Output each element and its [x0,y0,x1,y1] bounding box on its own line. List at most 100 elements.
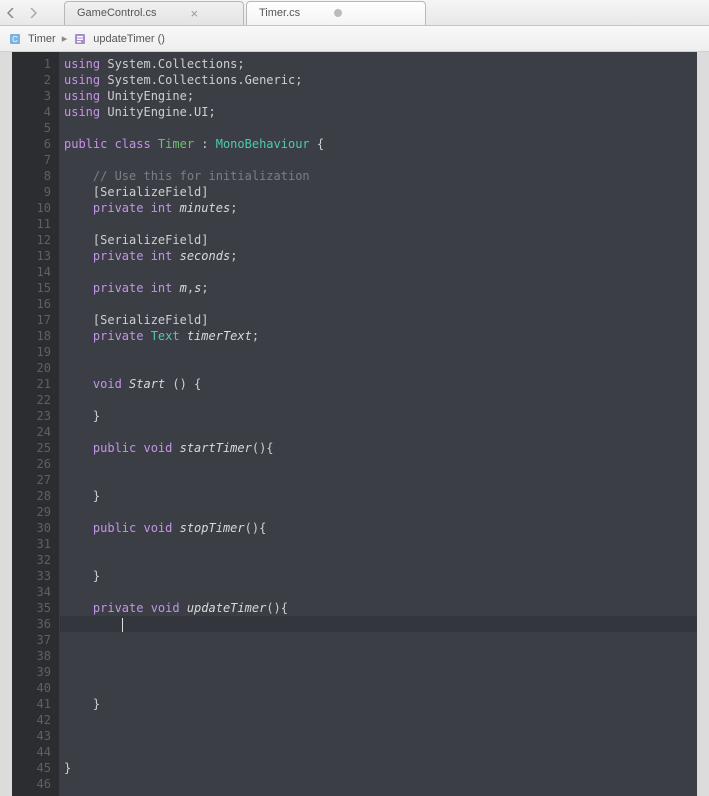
script-icon: C [8,32,22,46]
line-number: 34 [12,584,59,600]
line-number: 21 [12,376,59,392]
line-number: 31 [12,536,59,552]
tab-gamecontrol[interactable]: GameControl.cs × [64,1,244,25]
code-line[interactable] [60,680,697,696]
code-line[interactable] [60,616,697,632]
code-line[interactable] [60,728,697,744]
tab-bar: GameControl.cs × Timer.cs [0,0,709,26]
line-number: 9 [12,184,59,200]
code-line[interactable] [60,552,697,568]
code-line[interactable]: [SerializeField] [60,232,697,248]
nav-forward-button[interactable] [22,0,44,26]
code-line[interactable]: [SerializeField] [60,184,697,200]
code-line[interactable] [60,360,697,376]
code-line[interactable] [60,344,697,360]
scrollbar-vertical[interactable] [697,52,709,796]
code-line[interactable]: } [60,696,697,712]
code-line[interactable] [60,712,697,728]
modified-dot-icon [334,9,342,17]
code-line[interactable] [60,584,697,600]
breadcrumb-method[interactable]: updateTimer () [93,33,165,45]
code-line[interactable]: void Start () { [60,376,697,392]
line-number: 26 [12,456,59,472]
chevron-right-icon: ▸ [62,32,68,45]
code-line[interactable]: private int minutes; [60,200,697,216]
code-line[interactable]: } [60,760,697,776]
breadcrumb: C Timer ▸ updateTimer () [0,26,709,52]
line-number: 35 [12,600,59,616]
code-line[interactable] [60,456,697,472]
code-line[interactable]: using System.Collections; [60,56,697,72]
code-line[interactable] [60,424,697,440]
line-number: 38 [12,648,59,664]
line-number: 39 [12,664,59,680]
line-number: 37 [12,632,59,648]
code-line[interactable] [60,216,697,232]
line-number: 29 [12,504,59,520]
code-line[interactable]: public void stopTimer(){ [60,520,697,536]
breadcrumb-class[interactable]: Timer [28,33,56,45]
line-number: 25 [12,440,59,456]
line-number: 1 [12,56,59,72]
code-line[interactable]: private Text timerText; [60,328,697,344]
line-number: 8 [12,168,59,184]
line-number: 27 [12,472,59,488]
line-number: 4 [12,104,59,120]
code-line[interactable]: private int m,s; [60,280,697,296]
line-number: 23 [12,408,59,424]
line-number: 32 [12,552,59,568]
tab-timer[interactable]: Timer.cs [246,1,426,25]
code-line[interactable] [60,264,697,280]
code-line[interactable]: } [60,408,697,424]
line-number: 18 [12,328,59,344]
code-line[interactable] [60,664,697,680]
line-number: 22 [12,392,59,408]
line-number: 43 [12,728,59,744]
line-number: 46 [12,776,59,792]
code-line[interactable]: private void updateTimer(){ [60,600,697,616]
code-line[interactable]: using UnityEngine.UI; [60,104,697,120]
nav-back-button[interactable] [0,0,22,26]
code-line[interactable]: using System.Collections.Generic; [60,72,697,88]
code-line[interactable] [60,632,697,648]
method-icon [73,32,87,46]
line-number: 2 [12,72,59,88]
line-number: 45 [12,760,59,776]
line-number: 15 [12,280,59,296]
code-line[interactable] [60,744,697,760]
line-gutter: 1234567891011121314151617181920212223242… [12,52,60,796]
line-number: 30 [12,520,59,536]
code-line[interactable] [60,152,697,168]
code-line[interactable] [60,120,697,136]
code-line[interactable] [60,776,697,792]
line-number: 6 [12,136,59,152]
code-line[interactable] [60,504,697,520]
code-line[interactable] [60,536,697,552]
line-number: 11 [12,216,59,232]
tab-label: Timer.cs [259,7,300,19]
code-line[interactable]: } [60,488,697,504]
close-icon[interactable]: × [190,6,198,21]
code-area[interactable]: using System.Collections;using System.Co… [60,52,697,796]
code-line[interactable]: } [60,568,697,584]
code-line[interactable]: public void startTimer(){ [60,440,697,456]
code-line[interactable]: // Use this for initialization [60,168,697,184]
line-number: 20 [12,360,59,376]
editor: 1234567891011121314151617181920212223242… [0,52,709,796]
code-line[interactable] [60,648,697,664]
code-line[interactable]: [SerializeField] [60,312,697,328]
code-line[interactable] [60,472,697,488]
code-line[interactable]: using UnityEngine; [60,88,697,104]
code-line[interactable] [60,392,697,408]
line-number: 16 [12,296,59,312]
line-number: 5 [12,120,59,136]
line-number: 10 [12,200,59,216]
line-number: 24 [12,424,59,440]
tab-list: GameControl.cs × Timer.cs [64,1,428,25]
line-number: 41 [12,696,59,712]
code-line[interactable]: private int seconds; [60,248,697,264]
code-line[interactable] [60,296,697,312]
tab-label: GameControl.cs [77,7,156,19]
line-number: 7 [12,152,59,168]
code-line[interactable]: public class Timer : MonoBehaviour { [60,136,697,152]
